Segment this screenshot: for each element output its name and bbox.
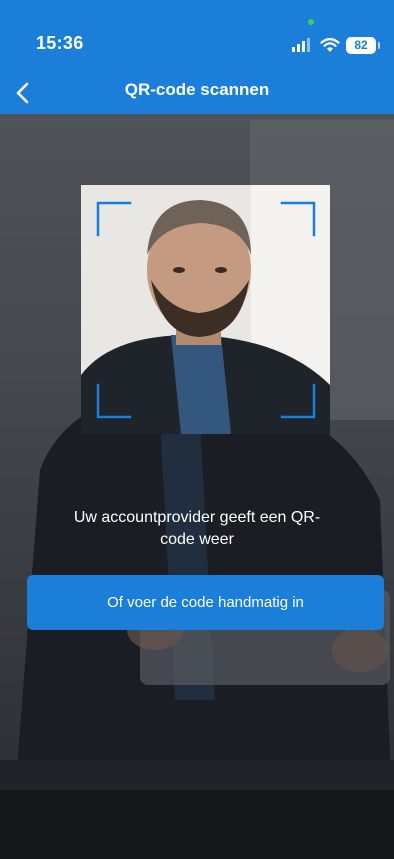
scan-frame-corners — [96, 201, 316, 419]
signal-icon — [292, 38, 310, 52]
privacy-indicator-dot — [308, 19, 314, 25]
wifi-icon — [320, 37, 340, 52]
page-title: QR-code scannen — [124, 80, 270, 99]
manual-code-entry-button[interactable]: Of voer de code handmatig in — [27, 575, 384, 630]
bottom-strip — [0, 790, 394, 859]
battery-icon: 82 — [346, 36, 380, 54]
scan-instruction-line1: Uw accountprovider geeft een QR- — [73, 509, 321, 526]
app-bar: QR-code scannen — [0, 72, 394, 114]
status-bar: 15:36 82 — [0, 0, 394, 72]
scan-instruction: Uw accountprovider geeft een QR- code we… — [40, 507, 354, 551]
qr-scan-screen: 15:36 82 QR-code scannen Uw accountprovi… — [0, 0, 394, 859]
status-icons: 82 — [292, 35, 380, 55]
back-button[interactable] — [6, 76, 40, 110]
status-time: 15:36 — [36, 33, 84, 53]
battery-level: 82 — [354, 38, 368, 52]
scan-instruction-line2: code weer — [160, 531, 234, 548]
chevron-left-icon — [16, 82, 29, 104]
